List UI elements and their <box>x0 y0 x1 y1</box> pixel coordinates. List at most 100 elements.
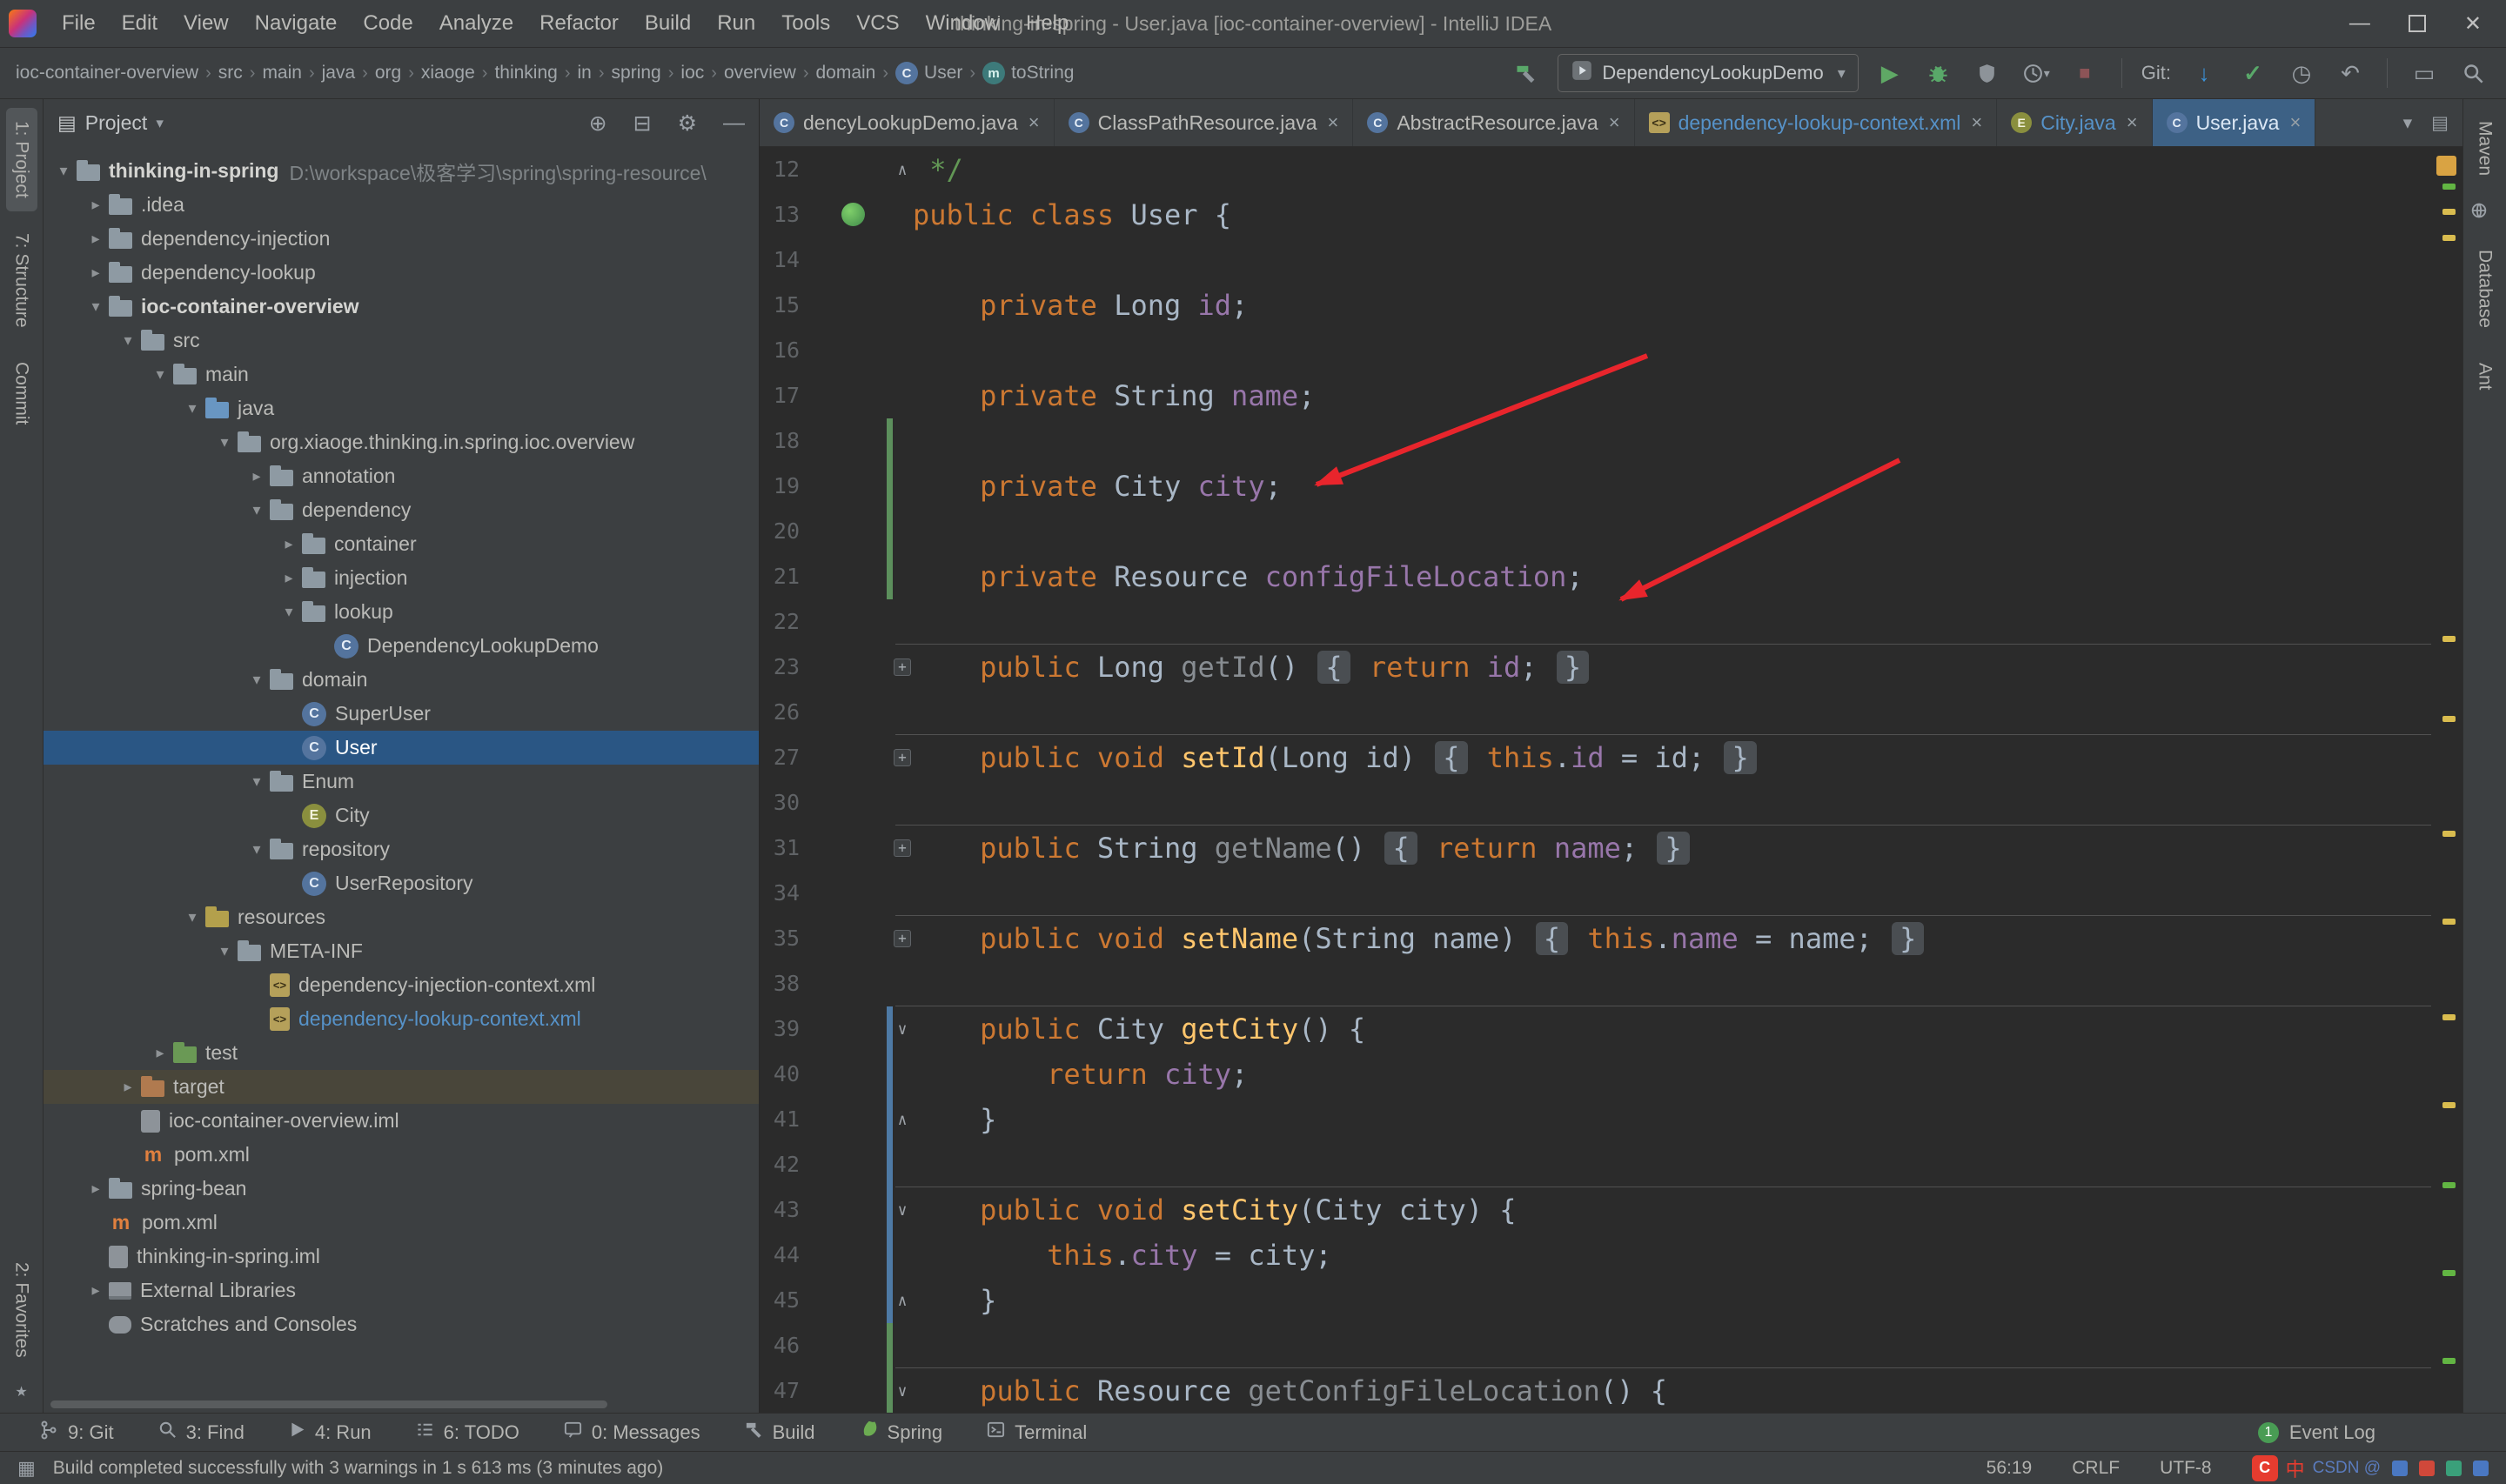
tree-item-dependency-lookup-context-xml[interactable]: <>dependency-lookup-context.xml <box>44 1002 759 1036</box>
git-update-icon[interactable]: ↓ <box>2187 56 2221 90</box>
run-button[interactable]: ▶ <box>1873 56 1907 90</box>
tree-item-org-xiaoge-thinking-in-spring-ioc-overview[interactable]: ▾org.xiaoge.thinking.in.spring.ioc.overv… <box>44 425 759 459</box>
close-tab-icon[interactable]: × <box>2289 111 2301 134</box>
stop-button[interactable]: ■ <box>2067 56 2102 90</box>
code-line-26[interactable]: 26 <box>760 690 2462 735</box>
tree-item-annotation[interactable]: ▸annotation <box>44 459 759 493</box>
tree-item-container[interactable]: ▸container <box>44 527 759 561</box>
profiler-button[interactable]: ▾ <box>2019 56 2054 90</box>
tree-item-pom-xml[interactable]: mpom.xml <box>44 1138 759 1172</box>
fold-marker[interactable]: + <box>892 916 913 961</box>
code-line-45[interactable]: 45∧ } <box>760 1278 2462 1323</box>
tool-button-maven[interactable]: Maven <box>2469 108 2501 189</box>
tree-expanded-arrow[interactable]: ▾ <box>244 501 270 519</box>
build-hammer-icon[interactable] <box>1509 56 1544 90</box>
tree-expanded-arrow[interactable]: ▾ <box>244 671 270 689</box>
debug-button[interactable] <box>1921 56 1956 90</box>
code-line-44[interactable]: 44 this.city = city; <box>760 1233 2462 1278</box>
inspection-status-icon[interactable] <box>2436 156 2456 176</box>
code-line-18[interactable]: 18 <box>760 418 2462 464</box>
caret-position[interactable]: 56:19 <box>1987 1458 2033 1479</box>
tool-button-4-run[interactable]: 4: Run <box>288 1420 372 1444</box>
tree-item-enum[interactable]: ▾Enum <box>44 765 759 799</box>
tree-item-ioc-container-overview[interactable]: ▾ioc-container-overview <box>44 290 759 324</box>
fold-marker[interactable]: ∧ <box>892 147 913 192</box>
code-line-21[interactable]: 21 private Resource configFileLocation; <box>760 554 2462 599</box>
tab-dependency-lookup-context-xml[interactable]: <>dependency-lookup-context.xml× <box>1635 99 1998 146</box>
breadcrumb-main[interactable]: main <box>262 63 302 84</box>
horizontal-scrollbar[interactable] <box>50 1400 607 1408</box>
code-line-27[interactable]: 27+ public void setId(Long id) { this.id… <box>760 735 2462 780</box>
code-line-31[interactable]: 31+ public String getName() { return nam… <box>760 826 2462 871</box>
breadcrumb-domain[interactable]: domain <box>815 63 875 84</box>
code-line-47[interactable]: 47∨ public Resource getConfigFileLocatio… <box>760 1368 2462 1413</box>
tree-item-idea[interactable]: ▸.idea <box>44 188 759 222</box>
tree-item-injection[interactable]: ▸injection <box>44 561 759 595</box>
menu-item-refactor[interactable]: Refactor <box>526 6 632 41</box>
code-line-39[interactable]: 39∨ public City getCity() { <box>760 1006 2462 1052</box>
menu-item-file[interactable]: File <box>49 6 109 41</box>
code-line-42[interactable]: 42 <box>760 1142 2462 1187</box>
code-editor[interactable]: 12∧ */13public class User {1415 private … <box>760 147 2462 1413</box>
git-commit-icon[interactable]: ✓ <box>2235 56 2270 90</box>
tree-item-domain[interactable]: ▾domain <box>44 663 759 697</box>
locate-file-icon[interactable]: ⊕ <box>589 110 607 137</box>
stripe-mark[interactable] <box>2442 235 2456 241</box>
tool-button-2-favorites[interactable]: 2: Favorites <box>6 1249 37 1371</box>
tree-item-meta-inf[interactable]: ▾META-INF <box>44 934 759 968</box>
tree-item-main[interactable]: ▾main <box>44 358 759 391</box>
fold-marker[interactable]: ∨ <box>892 1368 913 1413</box>
tree-item-userrepository[interactable]: CUserRepository <box>44 866 759 900</box>
tool-button-commit[interactable]: Commit <box>6 349 37 438</box>
stripe-mark[interactable] <box>2442 919 2456 925</box>
tree-item-city[interactable]: ECity <box>44 799 759 832</box>
tree-item-dependency[interactable]: ▾dependency <box>44 493 759 527</box>
tree-expanded-arrow[interactable]: ▾ <box>179 908 205 926</box>
tree-collapsed-arrow[interactable]: ▸ <box>83 196 109 214</box>
tool-button-spring[interactable]: Spring <box>859 1420 943 1445</box>
menu-item-window[interactable]: Window <box>913 6 1013 41</box>
toolwindow-switcher-icon[interactable]: ▦ <box>17 1457 36 1480</box>
code-line-40[interactable]: 40 return city; <box>760 1052 2462 1097</box>
code-line-23[interactable]: 23+ public Long getId() { return id; } <box>760 645 2462 690</box>
tree-collapsed-arrow[interactable]: ▸ <box>83 264 109 282</box>
tree-expanded-arrow[interactable]: ▾ <box>147 365 173 384</box>
breadcrumb-src[interactable]: src <box>218 63 243 84</box>
tab-classpathresource-java[interactable]: CClassPathResource.java× <box>1055 99 1354 146</box>
menu-item-run[interactable]: Run <box>704 6 768 41</box>
breadcrumb-java[interactable]: java <box>322 63 356 84</box>
tabs-dropdown-icon[interactable]: ▾ <box>2403 112 2413 134</box>
code-line-22[interactable]: 22 <box>760 599 2462 645</box>
stripe-mark[interactable] <box>2442 1358 2456 1364</box>
stripe-mark[interactable] <box>2442 716 2456 722</box>
code-line-41[interactable]: 41∧ } <box>760 1097 2462 1142</box>
tree-item-external-libraries[interactable]: ▸External Libraries <box>44 1273 759 1307</box>
breadcrumb-tostring[interactable]: mtoString <box>982 62 1074 84</box>
coverage-button[interactable] <box>1970 56 2005 90</box>
tree-expanded-arrow[interactable]: ▾ <box>276 603 302 621</box>
tool-button-build[interactable]: Build <box>744 1420 815 1445</box>
globe-icon[interactable] <box>2469 201 2501 224</box>
git-rollback-icon[interactable]: ↶ <box>2333 56 2368 90</box>
tree-expanded-arrow[interactable]: ▾ <box>115 331 141 350</box>
tree-item-lookup[interactable]: ▾lookup <box>44 595 759 629</box>
spring-bean-gutter-icon[interactable] <box>841 203 865 226</box>
tree-item-pom-xml[interactable]: mpom.xml <box>44 1206 759 1240</box>
tree-item-superuser[interactable]: CSuperUser <box>44 697 759 731</box>
stripe-mark[interactable] <box>2442 1270 2456 1276</box>
code-line-12[interactable]: 12∧ */ <box>760 147 2462 192</box>
tree-item-thinking-in-spring-iml[interactable]: thinking-in-spring.iml <box>44 1240 759 1273</box>
tool-button-0-messages[interactable]: 0: Messages <box>563 1420 700 1445</box>
fold-marker[interactable]: ∨ <box>892 1187 913 1233</box>
tab-abstractresource-java[interactable]: CAbstractResource.java× <box>1353 99 1634 146</box>
close-tab-icon[interactable]: × <box>1327 111 1338 134</box>
tree-expanded-arrow[interactable]: ▾ <box>179 399 205 418</box>
breadcrumb-user[interactable]: CUser <box>895 62 962 84</box>
code-line-13[interactable]: 13public class User { <box>760 192 2462 237</box>
menu-item-code[interactable]: Code <box>350 6 425 41</box>
tree-expanded-arrow[interactable]: ▾ <box>211 942 238 960</box>
close-tab-icon[interactable]: × <box>2127 111 2138 134</box>
stripe-mark[interactable] <box>2442 184 2456 190</box>
line-separator[interactable]: CRLF <box>2072 1458 2120 1479</box>
tree-collapsed-arrow[interactable]: ▸ <box>83 1281 109 1300</box>
